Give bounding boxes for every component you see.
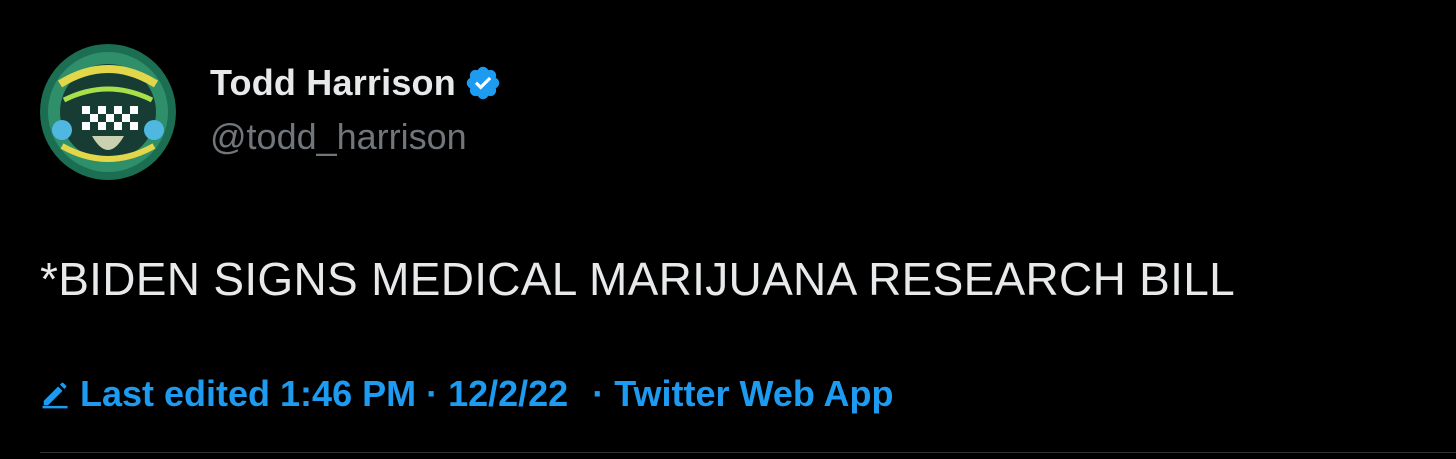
avatar-artwork	[40, 44, 176, 180]
divider	[40, 452, 1456, 453]
tweet-card: Todd Harrison @todd_harrison *BIDEN SIGN…	[0, 0, 1456, 459]
tweet-date[interactable]: 12/2/22	[448, 373, 568, 415]
meta-separator: ·	[426, 373, 439, 414]
verified-badge-icon	[466, 66, 500, 100]
author-display-name-text: Todd Harrison	[210, 62, 456, 103]
tweet-text: *BIDEN SIGNS MEDICAL MARIJUANA RESEARCH …	[40, 253, 1236, 305]
meta-separator-2: ·	[592, 373, 605, 414]
pencil-icon	[42, 382, 68, 409]
tweet-meta: Last edited 1:46 PM · 12/2/22 · Twitter …	[40, 372, 894, 416]
tweet-source-link[interactable]: Twitter Web App	[614, 373, 893, 415]
author-handle[interactable]: @todd_harrison	[210, 116, 467, 158]
avatar[interactable]	[40, 44, 176, 180]
author-display-name[interactable]: Todd Harrison	[210, 62, 502, 104]
last-edited-link[interactable]: Last edited 1:46 PM	[80, 373, 416, 415]
